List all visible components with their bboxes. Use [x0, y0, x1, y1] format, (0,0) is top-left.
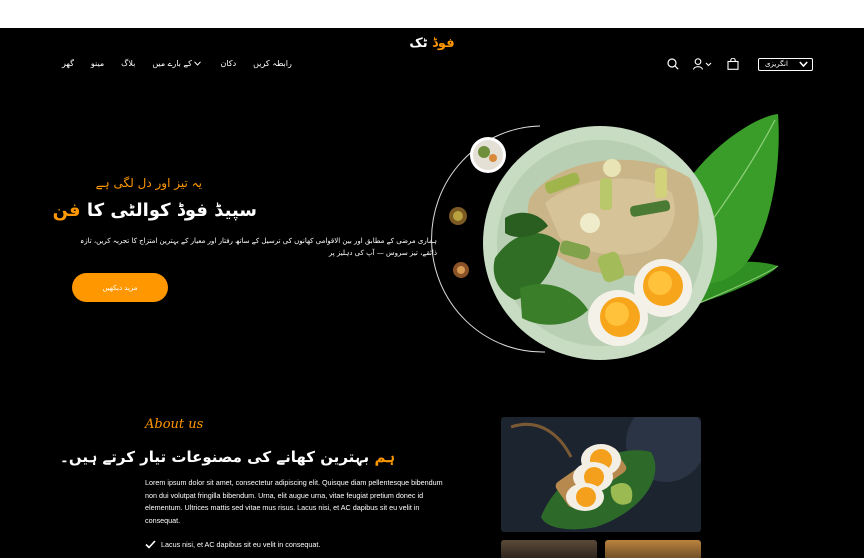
about-title: ہم بہترین کھانے کی مصنوعات تیار کرتے ہیں… [60, 448, 395, 466]
browser-top-strip [0, 0, 864, 28]
about-title-accent: ہم [374, 448, 395, 466]
food-photo-main [501, 417, 701, 532]
food-photo-thumb-2 [605, 540, 701, 558]
orbit-thumb-bottom [453, 262, 469, 278]
orbit-thumb-top [470, 137, 506, 173]
about-us-label: About us [145, 417, 204, 432]
check-item-text: Lacus nisi, et AC dapibus sit eu velit i… [161, 540, 321, 549]
checkmark-icon [145, 540, 156, 549]
about-title-rest: بہترین کھانے کی مصنوعات تیار کرتے ہیں۔ [60, 448, 370, 466]
food-photo-thumb-1 [501, 540, 597, 558]
orbit-thumb-middle [449, 207, 467, 225]
about-body-text: Lorem ipsum dolor sit amet, consectetur … [145, 478, 443, 525]
page: فوڈ ٹک گھر مینو بلاگ کے بارے میں دکان را… [0, 28, 864, 558]
check-list-item: Lacus nisi, et AC dapibus sit eu velit i… [145, 540, 320, 549]
